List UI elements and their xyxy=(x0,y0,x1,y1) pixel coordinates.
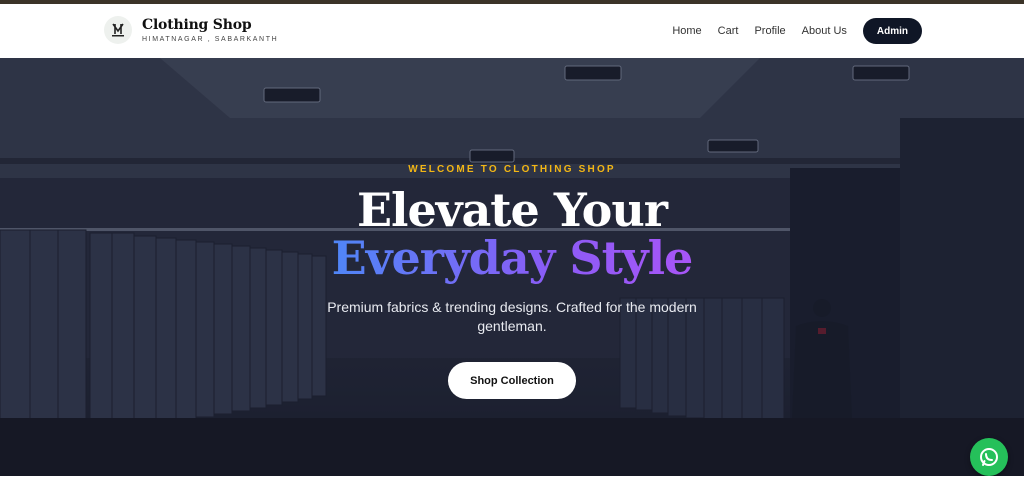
hero-tagline: Premium fabrics & trending designs. Craf… xyxy=(327,299,697,334)
nav-link-home[interactable]: Home xyxy=(672,25,701,37)
hero-headline-gradient-text: Everyday Style xyxy=(331,231,694,285)
nav-links: Home Cart Profile About Us Admin xyxy=(672,18,922,44)
brand-subtitle: HIMATNAGAR , SABARKANTH xyxy=(142,35,279,43)
nav-link-profile[interactable]: Profile xyxy=(754,25,785,37)
whatsapp-icon[interactable] xyxy=(970,438,1008,476)
admin-button[interactable]: Admin xyxy=(862,18,922,44)
brand-title: Clothing Shop xyxy=(142,16,252,33)
brand[interactable]: Clothing Shop HIMATNAGAR , SABARKANTH xyxy=(104,16,278,44)
hero-eyebrow: WELCOME TO CLOTHING SHOP xyxy=(408,164,616,175)
suit-logo-icon xyxy=(104,16,132,44)
navbar: Clothing Shop HIMATNAGAR , SABARKANTH Ho… xyxy=(0,4,1024,58)
nav-link-cart[interactable]: Cart xyxy=(718,25,739,37)
hero-section: WELCOME TO CLOTHING SHOP Elevate Your Ev… xyxy=(0,58,1024,476)
nav-link-about-us[interactable]: About Us xyxy=(802,25,847,37)
hero-headline-line2: Everyday Style xyxy=(0,230,1024,286)
shop-collection-button[interactable]: Shop Collection xyxy=(448,362,576,399)
